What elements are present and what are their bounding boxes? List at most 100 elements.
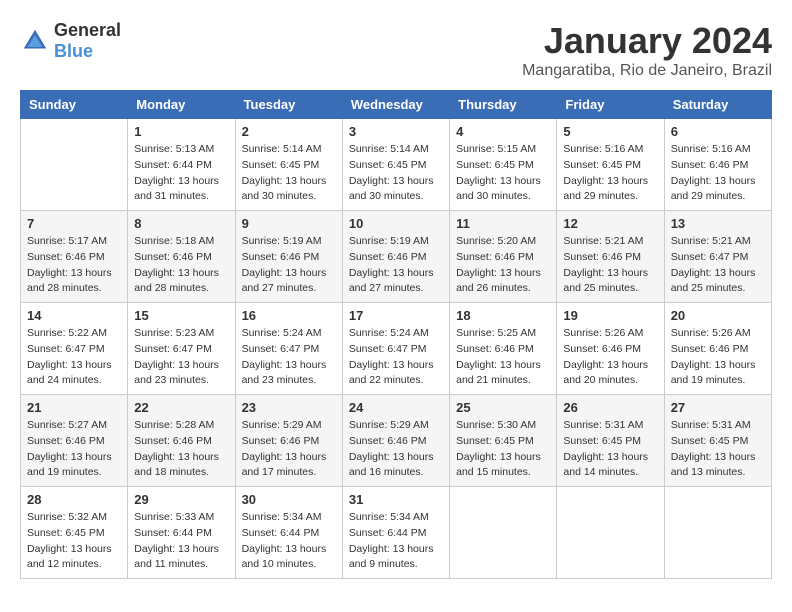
day-number: 3 [349, 124, 443, 139]
weekday-header-tuesday: Tuesday [235, 91, 342, 119]
day-number: 9 [242, 216, 336, 231]
calendar-cell: 29 Sunrise: 5:33 AMSunset: 6:44 PMDayligh… [128, 487, 235, 579]
calendar-cell: 24 Sunrise: 5:29 AMSunset: 6:46 PMDayligh… [342, 395, 449, 487]
day-info: Sunrise: 5:26 AMSunset: 6:46 PMDaylight:… [671, 326, 765, 389]
day-number: 22 [134, 400, 228, 415]
weekday-header-wednesday: Wednesday [342, 91, 449, 119]
day-number: 19 [563, 308, 657, 323]
day-info: Sunrise: 5:27 AMSunset: 6:46 PMDaylight:… [27, 418, 121, 481]
calendar-table: SundayMondayTuesdayWednesdayThursdayFrid… [20, 90, 772, 579]
day-number: 5 [563, 124, 657, 139]
logo: General Blue [20, 20, 121, 62]
day-info: Sunrise: 5:21 AMSunset: 6:47 PMDaylight:… [671, 234, 765, 297]
day-number: 8 [134, 216, 228, 231]
calendar-cell: 9 Sunrise: 5:19 AMSunset: 6:46 PMDaylight… [235, 211, 342, 303]
calendar-cell: 12 Sunrise: 5:21 AMSunset: 6:46 PMDayligh… [557, 211, 664, 303]
weekday-header-friday: Friday [557, 91, 664, 119]
calendar-cell: 3 Sunrise: 5:14 AMSunset: 6:45 PMDaylight… [342, 119, 449, 211]
day-number: 25 [456, 400, 550, 415]
day-number: 29 [134, 492, 228, 507]
day-info: Sunrise: 5:13 AMSunset: 6:44 PMDaylight:… [134, 142, 228, 205]
calendar-cell: 26Sunrise: 5:31 AMSunset: 6:45 PMDayligh… [557, 395, 664, 487]
day-number: 12 [563, 216, 657, 231]
day-info: Sunrise: 5:14 AMSunset: 6:45 PMDaylight:… [242, 142, 336, 205]
calendar-cell [664, 487, 771, 579]
day-info: Sunrise: 5:21 AMSunset: 6:46 PMDaylight:… [563, 234, 657, 297]
day-number: 21 [27, 400, 121, 415]
calendar-cell: 18Sunrise: 5:25 AMSunset: 6:46 PMDayligh… [450, 303, 557, 395]
calendar-week-row: 28 Sunrise: 5:32 AMSunset: 6:45 PMDayligh… [21, 487, 772, 579]
day-info: Sunrise: 5:14 AMSunset: 6:45 PMDaylight:… [349, 142, 443, 205]
day-info: Sunrise: 5:33 AMSunset: 6:44 PMDaylight:… [134, 510, 228, 573]
day-info: Sunrise: 5:28 AMSunset: 6:46 PMDaylight:… [134, 418, 228, 481]
day-info: Sunrise: 5:22 AMSunset: 6:47 PMDaylight:… [27, 326, 121, 389]
weekday-header-monday: Monday [128, 91, 235, 119]
calendar-cell: 14Sunrise: 5:22 AMSunset: 6:47 PMDayligh… [21, 303, 128, 395]
day-number: 23 [242, 400, 336, 415]
calendar-cell: 20 Sunrise: 5:26 AMSunset: 6:46 PMDayligh… [664, 303, 771, 395]
calendar-cell [21, 119, 128, 211]
day-info: Sunrise: 5:19 AMSunset: 6:46 PMDaylight:… [349, 234, 443, 297]
day-number: 10 [349, 216, 443, 231]
calendar-cell: 4 Sunrise: 5:15 AMSunset: 6:45 PMDaylight… [450, 119, 557, 211]
day-number: 24 [349, 400, 443, 415]
calendar-cell: 17 Sunrise: 5:24 AMSunset: 6:47 PMDayligh… [342, 303, 449, 395]
day-number: 4 [456, 124, 550, 139]
day-number: 17 [349, 308, 443, 323]
weekday-header-saturday: Saturday [664, 91, 771, 119]
calendar-cell: 31Sunrise: 5:34 AMSunset: 6:44 PMDayligh… [342, 487, 449, 579]
day-info: Sunrise: 5:32 AMSunset: 6:45 PMDaylight:… [27, 510, 121, 573]
calendar-week-row: 7Sunrise: 5:17 AMSunset: 6:46 PMDaylight… [21, 211, 772, 303]
day-info: Sunrise: 5:30 AMSunset: 6:45 PMDaylight:… [456, 418, 550, 481]
day-number: 30 [242, 492, 336, 507]
weekday-header-sunday: Sunday [21, 91, 128, 119]
day-number: 6 [671, 124, 765, 139]
calendar-cell: 5Sunrise: 5:16 AMSunset: 6:45 PMDaylight… [557, 119, 664, 211]
calendar-cell: 1 Sunrise: 5:13 AMSunset: 6:44 PMDaylight… [128, 119, 235, 211]
day-number: 18 [456, 308, 550, 323]
day-info: Sunrise: 5:16 AMSunset: 6:46 PMDaylight:… [671, 142, 765, 205]
day-info: Sunrise: 5:24 AMSunset: 6:47 PMDaylight:… [242, 326, 336, 389]
day-info: Sunrise: 5:17 AMSunset: 6:46 PMDaylight:… [27, 234, 121, 297]
day-number: 2 [242, 124, 336, 139]
day-info: Sunrise: 5:29 AMSunset: 6:46 PMDaylight:… [242, 418, 336, 481]
day-number: 28 [27, 492, 121, 507]
calendar-cell: 19 Sunrise: 5:26 AMSunset: 6:46 PMDayligh… [557, 303, 664, 395]
day-info: Sunrise: 5:29 AMSunset: 6:46 PMDaylight:… [349, 418, 443, 481]
day-number: 11 [456, 216, 550, 231]
calendar-cell: 23 Sunrise: 5:29 AMSunset: 6:46 PMDayligh… [235, 395, 342, 487]
day-number: 20 [671, 308, 765, 323]
calendar-cell: 13 Sunrise: 5:21 AMSunset: 6:47 PMDayligh… [664, 211, 771, 303]
day-number: 31 [349, 492, 443, 507]
title-section: January 2024 Mangaratiba, Rio de Janeiro… [522, 20, 772, 80]
calendar-cell: 25 Sunrise: 5:30 AMSunset: 6:45 PMDayligh… [450, 395, 557, 487]
day-info: Sunrise: 5:18 AMSunset: 6:46 PMDaylight:… [134, 234, 228, 297]
logo-text-general: General [54, 20, 121, 40]
calendar-week-row: 1 Sunrise: 5:13 AMSunset: 6:44 PMDaylight… [21, 119, 772, 211]
page-header: General Blue January 2024 Mangaratiba, R… [20, 20, 772, 80]
day-number: 13 [671, 216, 765, 231]
day-number: 15 [134, 308, 228, 323]
calendar-cell: 8 Sunrise: 5:18 AMSunset: 6:46 PMDaylight… [128, 211, 235, 303]
calendar-cell: 7Sunrise: 5:17 AMSunset: 6:46 PMDaylight… [21, 211, 128, 303]
weekday-header-row: SundayMondayTuesdayWednesdayThursdayFrid… [21, 91, 772, 119]
day-number: 26 [563, 400, 657, 415]
calendar-cell: 2 Sunrise: 5:14 AMSunset: 6:45 PMDaylight… [235, 119, 342, 211]
day-number: 1 [134, 124, 228, 139]
day-info: Sunrise: 5:24 AMSunset: 6:47 PMDaylight:… [349, 326, 443, 389]
calendar-cell: 10 Sunrise: 5:19 AMSunset: 6:46 PMDayligh… [342, 211, 449, 303]
day-info: Sunrise: 5:26 AMSunset: 6:46 PMDaylight:… [563, 326, 657, 389]
day-number: 16 [242, 308, 336, 323]
day-info: Sunrise: 5:15 AMSunset: 6:45 PMDaylight:… [456, 142, 550, 205]
calendar-cell: 15 Sunrise: 5:23 AMSunset: 6:47 PMDayligh… [128, 303, 235, 395]
day-info: Sunrise: 5:23 AMSunset: 6:47 PMDaylight:… [134, 326, 228, 389]
calendar-cell [557, 487, 664, 579]
day-info: Sunrise: 5:19 AMSunset: 6:46 PMDaylight:… [242, 234, 336, 297]
day-info: Sunrise: 5:34 AMSunset: 6:44 PMDaylight:… [242, 510, 336, 573]
calendar-cell [450, 487, 557, 579]
calendar-cell: 21 Sunrise: 5:27 AMSunset: 6:46 PMDayligh… [21, 395, 128, 487]
calendar-cell: 6 Sunrise: 5:16 AMSunset: 6:46 PMDaylight… [664, 119, 771, 211]
calendar-cell: 27Sunrise: 5:31 AMSunset: 6:45 PMDayligh… [664, 395, 771, 487]
calendar-cell: 22 Sunrise: 5:28 AMSunset: 6:46 PMDayligh… [128, 395, 235, 487]
weekday-header-thursday: Thursday [450, 91, 557, 119]
